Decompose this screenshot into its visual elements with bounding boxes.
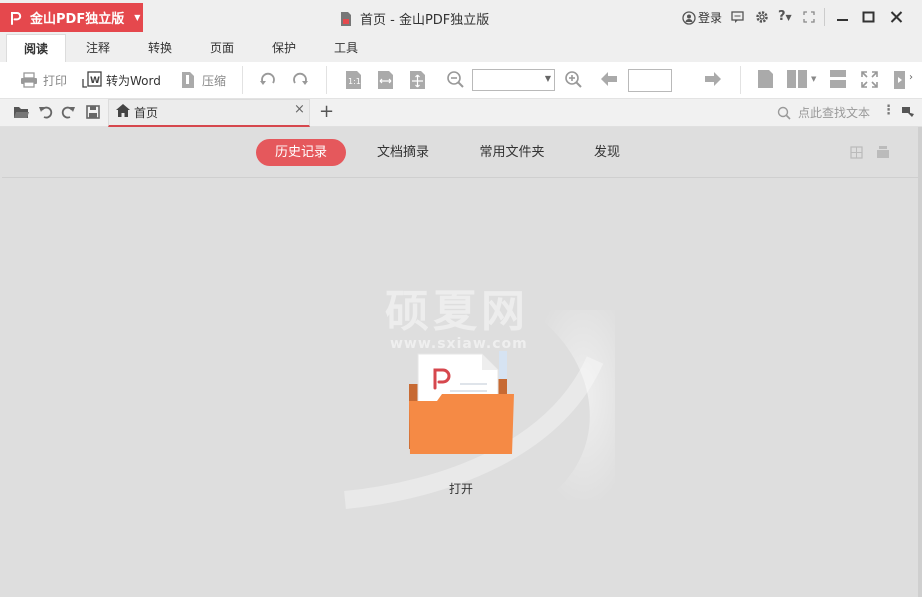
title-separator <box>824 8 825 26</box>
window-title-text: 首页 - 金山PDF独立版 <box>360 13 490 28</box>
previous-page-icon[interactable] <box>600 71 618 87</box>
zoom-in-icon[interactable] <box>564 70 583 89</box>
tab-protect[interactable]: 保护 <box>259 34 309 62</box>
tab-page[interactable]: 页面 <box>197 34 247 62</box>
two-page-icon[interactable] <box>786 69 810 89</box>
search-icon <box>777 106 791 120</box>
compress-icon <box>182 72 194 88</box>
page-number-input[interactable] <box>628 69 672 92</box>
login-label: 登录 <box>698 11 723 25</box>
toolbar-separator <box>740 66 741 94</box>
maximize-icon[interactable] <box>862 11 875 23</box>
svg-text:1:1: 1:1 <box>348 77 361 86</box>
search-field[interactable]: 点此查找文本 <box>777 104 870 121</box>
zoom-out-icon[interactable] <box>446 70 465 89</box>
compress-label: 压缩 <box>202 73 227 88</box>
app-menu-label: 金山PDF独立版 <box>30 12 125 27</box>
new-tab-plus-icon[interactable]: + <box>319 101 334 122</box>
clear-history-icon[interactable] <box>876 145 890 159</box>
fit-width-icon[interactable] <box>377 70 394 90</box>
search-placeholder: 点此查找文本 <box>798 106 871 120</box>
login-button[interactable]: 登录 <box>682 9 722 26</box>
printer-icon <box>21 72 37 88</box>
close-tab-icon[interactable]: × <box>294 102 305 117</box>
next-page-icon[interactable] <box>704 71 722 87</box>
ribbon-tabs: 阅读 注释 转换 页面 保护 工具 <box>0 34 922 63</box>
svg-text:W: W <box>90 76 100 86</box>
more-vertical-icon[interactable]: ⋮ <box>882 103 895 118</box>
message-icon[interactable] <box>731 11 744 23</box>
pin-icon[interactable] <box>901 106 915 119</box>
chevron-down-icon: ▼ <box>134 13 141 22</box>
tab-home[interactable]: 首页 × <box>108 99 310 127</box>
grid-view-icon[interactable] <box>850 146 863 159</box>
rotate-left-icon[interactable] <box>259 71 277 89</box>
right-border <box>918 127 922 597</box>
chevron-down-icon: ▼ <box>785 13 792 22</box>
home-tab-label: 首页 <box>134 106 159 120</box>
to-word-button[interactable]: W 转为Word <box>82 70 161 90</box>
settings-gear-icon[interactable] <box>755 10 769 24</box>
rotate-right-icon[interactable] <box>291 71 309 89</box>
tab-tools[interactable]: 工具 <box>321 34 371 62</box>
word-convert-icon: W <box>82 71 102 88</box>
fit-page-icon[interactable] <box>409 70 426 90</box>
app-menu-button[interactable]: 金山PDF独立版 ▼ <box>0 3 143 32</box>
play-mode-icon[interactable] <box>893 70 907 90</box>
toolbar-separator <box>326 66 327 94</box>
redo-icon[interactable] <box>61 104 76 119</box>
single-page-icon[interactable] <box>757 69 774 89</box>
close-icon[interactable] <box>890 11 903 23</box>
minimize-icon[interactable] <box>836 11 849 23</box>
user-icon <box>682 10 696 25</box>
open-file-folder-icon[interactable] <box>405 348 517 456</box>
nav-divider <box>2 177 920 178</box>
undo-icon[interactable] <box>38 104 53 119</box>
chevron-right-icon[interactable]: › <box>909 72 913 83</box>
continuous-scroll-icon[interactable] <box>829 69 847 89</box>
chevron-down-icon[interactable]: ▼ <box>811 75 816 83</box>
nav-history[interactable]: 历史记录 <box>256 139 346 166</box>
save-icon[interactable] <box>86 105 100 119</box>
open-label[interactable]: 打开 <box>449 480 473 497</box>
help-label: ? <box>778 9 786 24</box>
nav-discover[interactable]: 发现 <box>582 139 632 166</box>
print-label: 打印 <box>43 73 68 88</box>
fullscreen-icon[interactable] <box>803 11 815 23</box>
print-button[interactable]: 打印 <box>20 70 67 90</box>
open-folder-icon[interactable] <box>13 105 30 119</box>
nav-common-folders[interactable]: 常用文件夹 <box>466 139 558 166</box>
home-icon <box>116 104 130 117</box>
nav-document-excerpts[interactable]: 文档摘录 <box>362 139 444 166</box>
fullscreen-view-icon[interactable] <box>861 71 878 88</box>
tab-annotate[interactable]: 注释 <box>73 34 123 62</box>
zoom-select[interactable]: ▼ <box>472 69 555 91</box>
pdf-document-icon <box>341 11 351 26</box>
tab-read[interactable]: 阅读 <box>6 34 66 63</box>
compress-button[interactable]: 压缩 <box>180 70 226 90</box>
chevron-down-icon: ▼ <box>544 74 551 83</box>
help-button[interactable]: ?▼ <box>778 9 792 24</box>
watermark-text: 硕夏网 <box>385 286 529 337</box>
toolbar: 打印 W 转为Word 压缩 1:1 ▼ ▼ › <box>0 62 922 151</box>
actual-size-icon[interactable]: 1:1 <box>345 70 362 90</box>
to-word-label: 转为Word <box>106 73 161 88</box>
toolbar-separator <box>242 66 243 94</box>
window-title: 首页 - 金山PDF独立版 <box>340 9 489 28</box>
tab-convert[interactable]: 转换 <box>135 34 185 62</box>
kingsoft-pdf-logo-icon <box>11 11 22 25</box>
